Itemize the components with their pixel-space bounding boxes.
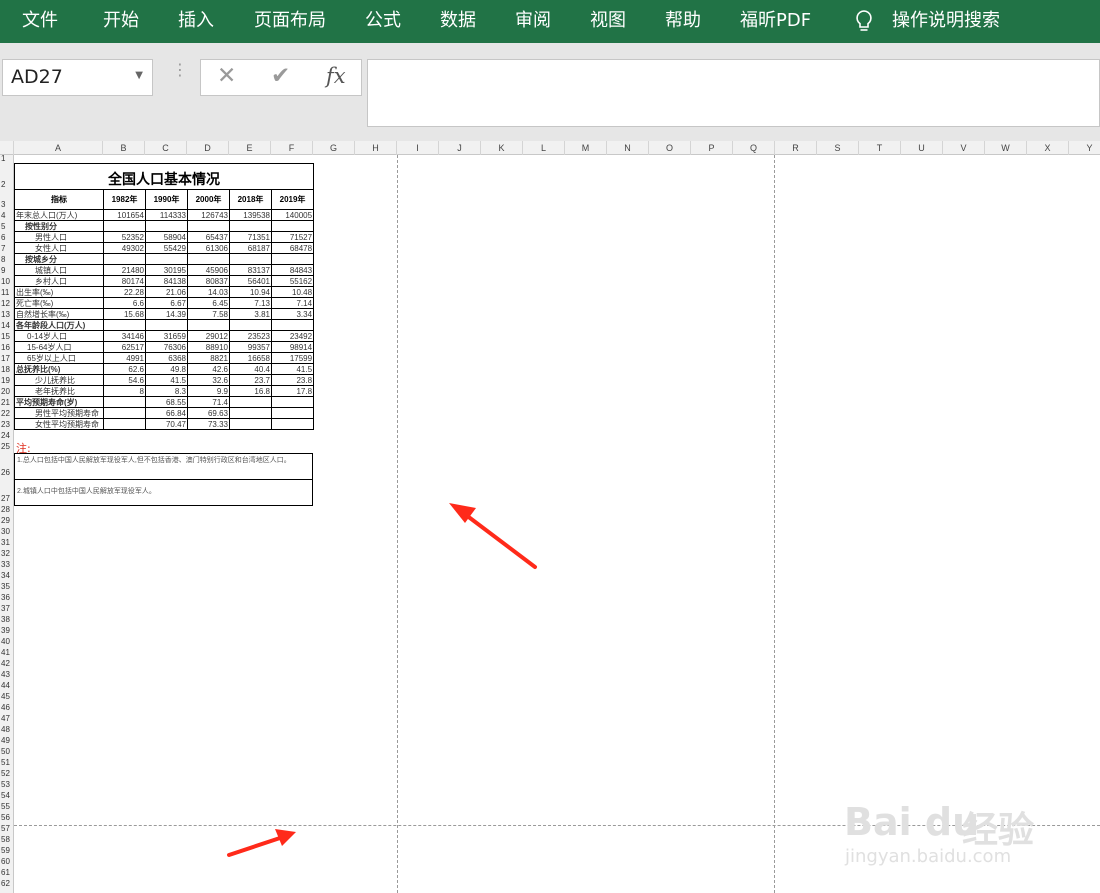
red-arrow-annotation (227, 829, 296, 857)
red-arrow-annotation (449, 503, 537, 569)
watermark-url: jingyan.baidu.com (845, 846, 1012, 867)
annotation-layer (227, 503, 537, 857)
watermark-brand: Bai du (844, 800, 980, 844)
